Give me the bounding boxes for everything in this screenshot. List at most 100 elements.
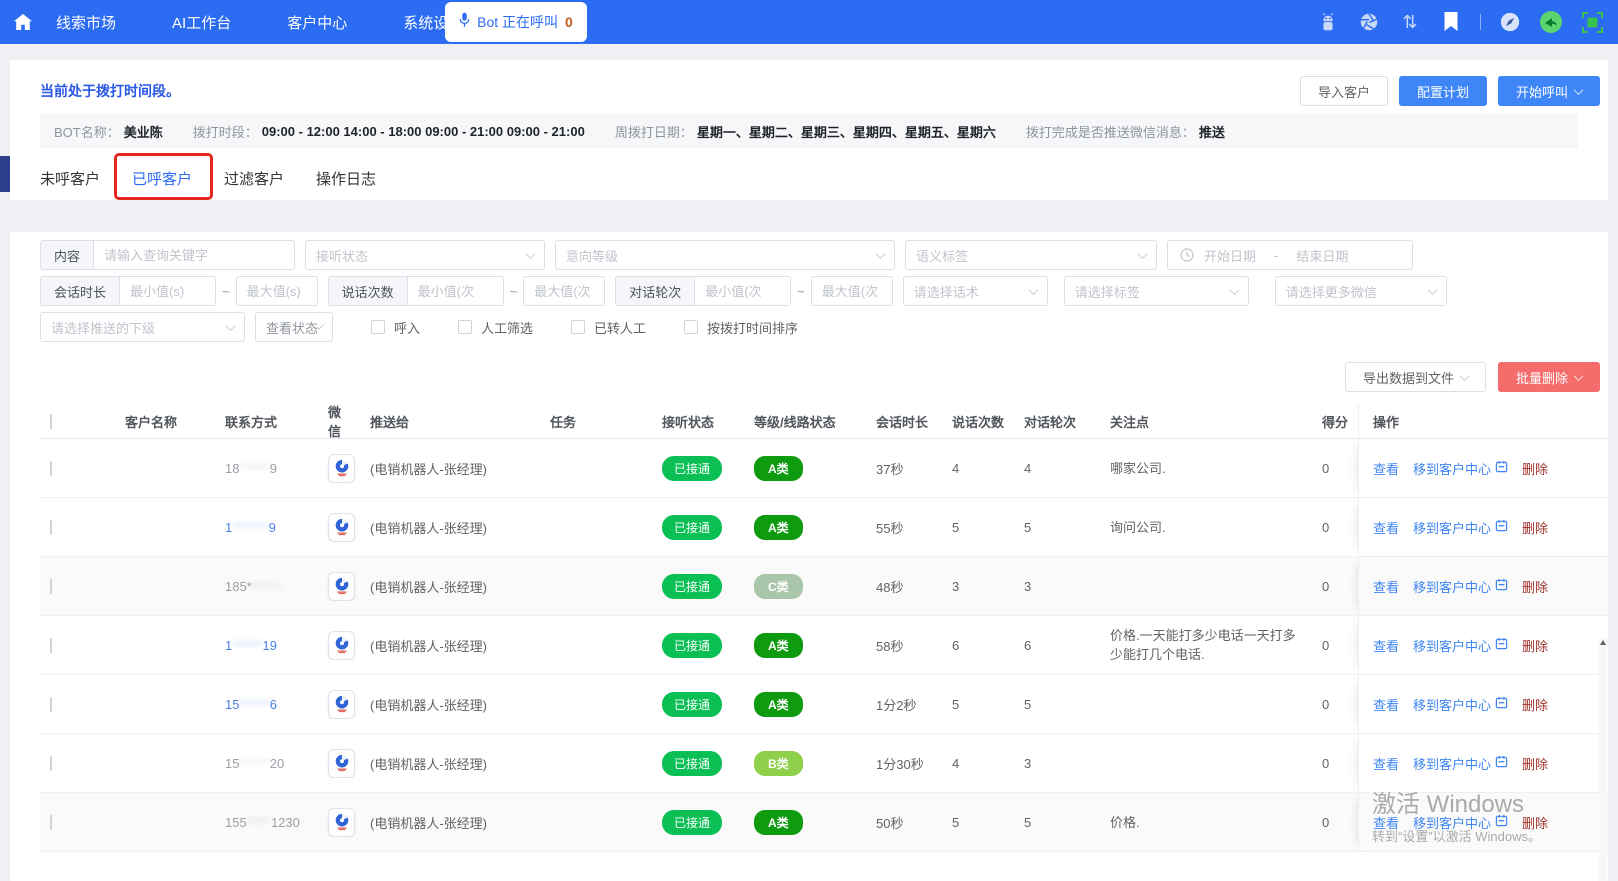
view-link[interactable]: 查看: [1373, 754, 1399, 773]
move-to-customer-center-link[interactable]: 移到客户中心: [1413, 459, 1508, 478]
phone-masked-digits: *****: [232, 637, 263, 653]
wechat-avatar-icon[interactable]: [328, 807, 355, 837]
phone-number[interactable]: 15*****6: [225, 697, 277, 712]
scroll-up-arrow-icon[interactable]: [1600, 640, 1606, 645]
wechat-avatar-icon[interactable]: [328, 571, 355, 601]
checkbox-sort-by-dial-time[interactable]: 按拨打时间排序: [684, 318, 798, 337]
checkbox[interactable]: [571, 320, 586, 334]
batch-delete-button[interactable]: 批量删除: [1497, 362, 1600, 392]
date-range-picker[interactable]: 开始日期 - 结束日期: [1167, 240, 1413, 270]
checkbox[interactable]: [684, 320, 699, 334]
configure-plan-button[interactable]: 配置计划: [1398, 76, 1487, 106]
checkbox[interactable]: [371, 320, 385, 334]
nav-customer-center[interactable]: 客户中心: [287, 12, 347, 33]
wechat-avatar-icon[interactable]: [328, 512, 355, 542]
table-toolbar: 导出数据到文件 批量删除: [10, 362, 1608, 392]
delete-link[interactable]: 删除: [1522, 813, 1548, 832]
export-data-button[interactable]: 导出数据到文件: [1344, 362, 1486, 392]
row-checkbox[interactable]: [50, 460, 52, 476]
checkbox-call-in[interactable]: 呼入: [371, 318, 420, 337]
select-all-checkbox[interactable]: [50, 413, 52, 429]
move-to-customer-center-link[interactable]: 移到客户中心: [1413, 518, 1508, 537]
checkbox-manual-screen[interactable]: 人工筛选: [458, 318, 533, 337]
green-app-icon[interactable]: [1539, 10, 1563, 34]
sort-arrows-icon[interactable]: ⇅: [1398, 10, 1422, 34]
view-link[interactable]: 查看: [1373, 813, 1399, 832]
view-link[interactable]: 查看: [1373, 636, 1399, 655]
checkbox[interactable]: [458, 320, 473, 334]
delete-link[interactable]: 删除: [1522, 518, 1548, 537]
start-call-button[interactable]: 开始呼叫: [1497, 76, 1600, 106]
push-subordinate-placeholder: 请选择推送的下级: [51, 320, 156, 336]
talk-max-input[interactable]: [523, 276, 606, 306]
tab-operation-log[interactable]: 操作日志: [316, 164, 376, 193]
row-checkbox[interactable]: [50, 755, 52, 771]
score-cell: 0: [1322, 755, 1330, 771]
delete-link[interactable]: 删除: [1522, 577, 1548, 596]
bookmark-icon[interactable]: [1439, 10, 1463, 34]
import-customers-button[interactable]: 导入客户: [1299, 76, 1388, 106]
checkbox-transferred-to-human[interactable]: 已转人工: [571, 318, 646, 337]
wechat-avatar-icon[interactable]: [328, 630, 355, 660]
row-checkbox[interactable]: [50, 696, 52, 712]
tab-uncalled-customers[interactable]: 未呼客户: [40, 164, 100, 193]
semantic-tag-select[interactable]: 语义标签: [905, 240, 1157, 270]
wechat-avatar-icon[interactable]: [328, 748, 355, 778]
row-checkbox[interactable]: [50, 578, 52, 594]
vertical-scrollbar[interactable]: [1599, 638, 1607, 881]
row-checkbox[interactable]: [50, 519, 52, 535]
grade-cell: A类: [744, 809, 866, 835]
phone-number[interactable]: 1*****19: [225, 638, 277, 653]
keyword-search-input[interactable]: [93, 240, 295, 270]
move-to-customer-center-link[interactable]: 移到客户中心: [1413, 813, 1508, 832]
tab-called-customers[interactable]: 已呼客户: [114, 152, 214, 200]
rounds-min-input[interactable]: [694, 276, 792, 306]
robot-icon[interactable]: [1316, 10, 1340, 34]
delete-link[interactable]: 删除: [1522, 695, 1548, 714]
delete-link[interactable]: 删除: [1522, 636, 1548, 655]
pushed-to-cell: (电销机器人-张经理): [370, 815, 487, 831]
view-link[interactable]: 查看: [1373, 518, 1399, 537]
talk-min-input[interactable]: [406, 276, 504, 306]
nav-clue-market[interactable]: 线索市场: [56, 12, 116, 33]
row-actions-cell: 查看 移到客户中心 删除: [1358, 616, 1608, 674]
start-call-label: 开始呼叫: [1515, 84, 1568, 100]
compass-icon[interactable]: [1498, 10, 1522, 34]
script-select[interactable]: 请选择话术: [902, 276, 1048, 306]
more-wechat-select[interactable]: 请选择更多微信: [1274, 276, 1447, 306]
move-to-customer-center-link[interactable]: 移到客户中心: [1413, 577, 1508, 596]
phone-number[interactable]: 1******9: [225, 520, 276, 535]
listen-status-select[interactable]: 接听状态: [305, 240, 545, 270]
dialog-rounds-group: 对话轮次: [615, 276, 792, 306]
view-link[interactable]: 查看: [1373, 577, 1399, 596]
aperture-icon[interactable]: [1357, 10, 1381, 34]
delete-link[interactable]: 删除: [1522, 754, 1548, 773]
tab-filtered-customers[interactable]: 过滤客户: [224, 164, 284, 193]
intent-level-select[interactable]: 意向等级: [555, 240, 895, 270]
view-status-select[interactable]: 查看状态: [255, 312, 333, 342]
view-link[interactable]: 查看: [1373, 695, 1399, 714]
phone-suffix: 6: [269, 696, 277, 712]
bot-calling-status[interactable]: Bot 正在呼叫 0: [445, 2, 587, 42]
move-to-customer-center-link[interactable]: 移到客户中心: [1413, 695, 1508, 714]
session-max-input[interactable]: [235, 276, 318, 306]
row-checkbox[interactable]: [50, 814, 52, 830]
fullscreen-icon[interactable]: [1580, 10, 1604, 34]
move-to-customer-center-link[interactable]: 移到客户中心: [1413, 636, 1508, 655]
row-select-cell: [40, 519, 115, 535]
row-checkbox[interactable]: [50, 637, 52, 653]
chevron-down-icon: [225, 320, 236, 331]
tag-select[interactable]: 请选择标签: [1063, 276, 1249, 306]
push-subordinate-select[interactable]: 请选择推送的下级: [40, 312, 245, 342]
move-to-customer-center-link[interactable]: 移到客户中心: [1413, 754, 1508, 773]
home-icon[interactable]: [0, 14, 46, 30]
connected-badge: 已接通: [662, 455, 723, 481]
nav-ai-workbench[interactable]: AI工作台: [172, 12, 231, 33]
chevron-down-icon: [1137, 248, 1148, 259]
delete-link[interactable]: 删除: [1522, 459, 1548, 478]
rounds-max-input[interactable]: [810, 276, 893, 306]
session-min-input[interactable]: [119, 276, 216, 306]
view-link[interactable]: 查看: [1373, 459, 1399, 478]
wechat-avatar-icon[interactable]: [328, 689, 355, 719]
wechat-avatar-icon[interactable]: [328, 453, 355, 483]
